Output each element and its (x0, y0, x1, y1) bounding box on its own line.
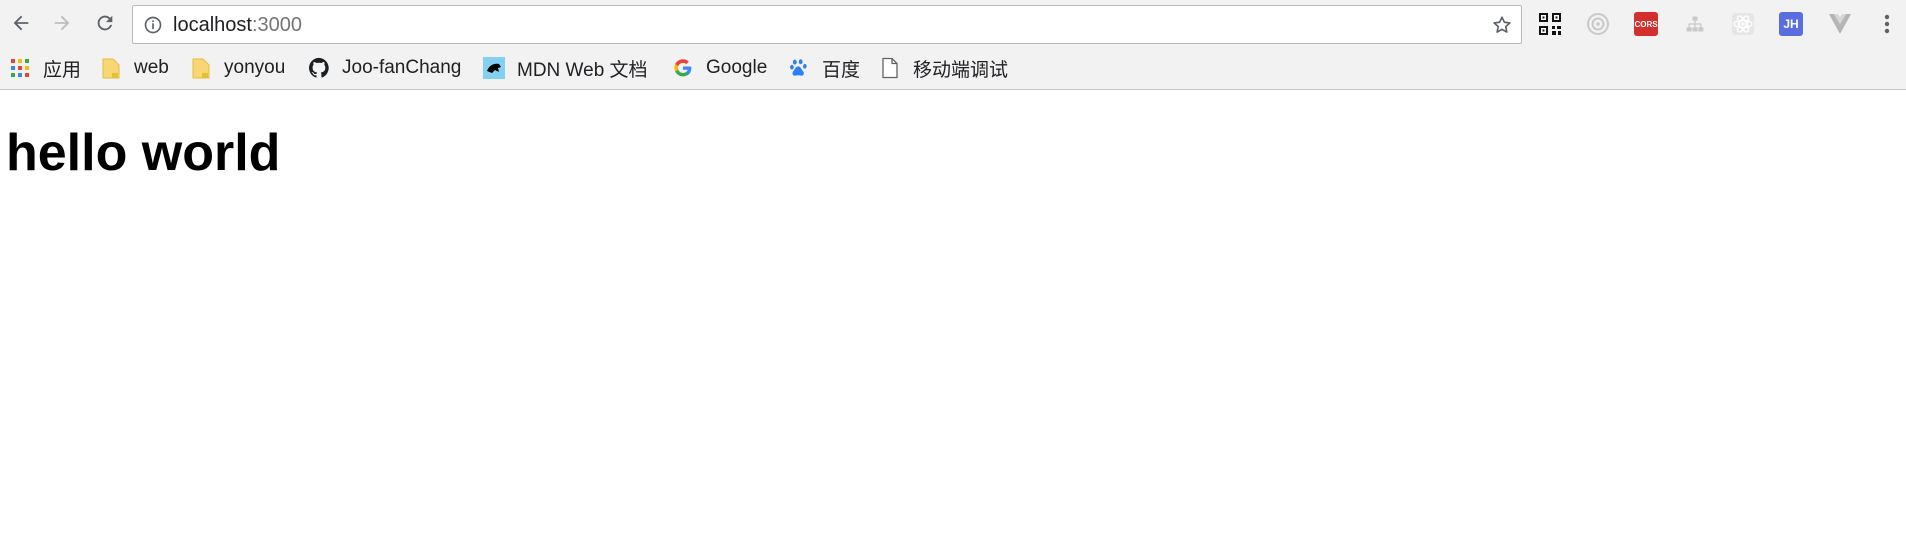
bookmark-label: Joo-fanChang (342, 57, 462, 78)
bookmark-label: 应用 (43, 59, 82, 81)
menu-dots-icon[interactable] (1874, 11, 1900, 37)
url-text[interactable]: localhost:3000 (173, 14, 302, 37)
bookmark-joo-fanchang[interactable]: Joo-fanChang (308, 56, 461, 80)
bookmark-label: 百度 (822, 59, 861, 81)
bookmark-mdn[interactable]: MDN Web 文档 (483, 56, 648, 81)
info-icon[interactable] (143, 15, 163, 35)
bookmark-yonyou[interactable]: yonyou (190, 56, 285, 80)
bookmark-mobile-debug[interactable]: 移动端调试 (879, 56, 1009, 81)
arrow-left-icon (13, 15, 29, 31)
bookmark-apps[interactable]: 应用 (9, 56, 82, 81)
baidu-paw-icon (788, 57, 810, 79)
react-devtools-icon[interactable] (1730, 11, 1756, 37)
bookmarks-bar: 应用 web yonyou Joo-fanChang MDN Web 文档 Go… (0, 46, 1906, 90)
json-handle-icon[interactable]: JH (1778, 11, 1804, 37)
bookmark-star-icon[interactable] (1491, 14, 1513, 36)
sitemap-icon[interactable] (1682, 11, 1708, 37)
bookmark-web[interactable]: web (100, 56, 169, 80)
back-button[interactable] (7, 9, 35, 37)
bookmark-label: 移动端调试 (913, 59, 1009, 81)
url-host: localhost (173, 14, 252, 36)
jh-badge-text: JH (1779, 12, 1803, 36)
bookmark-label: web (134, 57, 169, 78)
apps-grid-icon (9, 57, 31, 79)
arrow-right-icon (54, 15, 70, 31)
bookmark-label: Google (706, 57, 768, 78)
bookmark-baidu[interactable]: 百度 (788, 56, 861, 81)
page-heading: hello world (6, 124, 281, 182)
bookmark-google[interactable]: Google (672, 56, 767, 80)
folder-icon (190, 57, 212, 79)
folder-icon (100, 57, 122, 79)
target-icon[interactable] (1585, 11, 1611, 37)
qr-code-icon[interactable] (1537, 11, 1563, 37)
vue-devtools-icon[interactable] (1827, 11, 1853, 37)
forward-button[interactable] (48, 9, 76, 37)
github-icon (308, 57, 330, 79)
browser-toolbar: localhost:3000 CORS JH (0, 0, 1906, 46)
bookmark-label: MDN Web 文档 (517, 59, 648, 81)
address-bar[interactable]: localhost:3000 (132, 5, 1522, 44)
reload-button[interactable] (91, 9, 119, 37)
reload-icon (97, 15, 113, 31)
page-icon (879, 57, 901, 79)
bookmark-label: yonyou (224, 57, 286, 78)
cors-icon[interactable]: CORS (1633, 11, 1659, 37)
page-content: hello world (0, 91, 1906, 547)
mdn-icon (483, 57, 505, 79)
google-icon (672, 57, 694, 79)
url-port: :3000 (251, 14, 302, 36)
cors-badge-text: CORS (1634, 12, 1658, 36)
